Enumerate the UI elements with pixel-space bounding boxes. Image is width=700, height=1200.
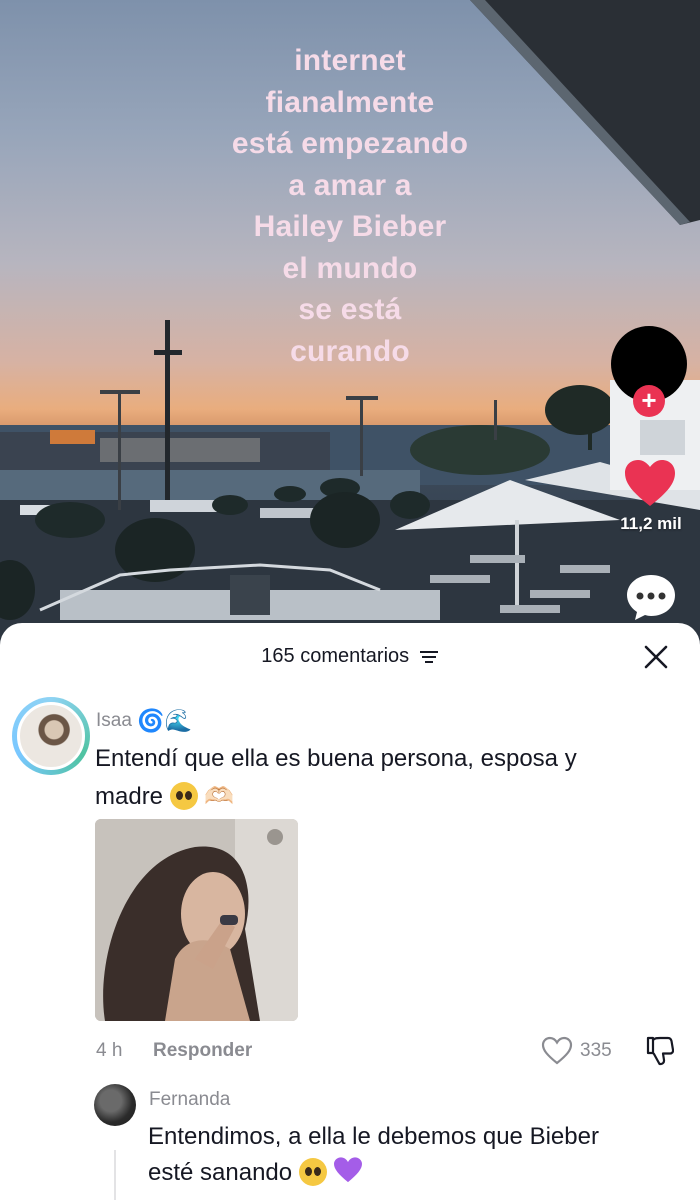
like-count: 11,2 mil xyxy=(620,514,682,533)
reply-button[interactable]: Responder xyxy=(153,1040,252,1062)
overlay-line: a amar a xyxy=(288,168,412,202)
username-emoji: 🌀🌊 xyxy=(137,708,192,733)
overlay-line: curando xyxy=(290,334,410,368)
comment-text-line: Entendimos, a ella le debemos que Bieber xyxy=(148,1123,599,1150)
close-icon[interactable] xyxy=(642,643,670,671)
thumbs-down-icon[interactable] xyxy=(644,1035,674,1067)
comment-text: Entendí que ella es buena persona, espos… xyxy=(95,740,685,816)
purple-heart-icon xyxy=(334,1157,363,1183)
avatar[interactable] xyxy=(17,702,85,770)
pleading-face-icon xyxy=(298,1158,327,1186)
sort-icon[interactable] xyxy=(419,649,439,665)
comment-username[interactable]: Isaa 🌀🌊 xyxy=(96,708,192,734)
avatar[interactable] xyxy=(94,1084,136,1126)
comment-text: Entendimos, a ella le debemos que Bieber… xyxy=(148,1119,688,1191)
video-player[interactable]: internet fianalmente está empezando a am… xyxy=(0,0,700,660)
comment-timestamp: 4 h xyxy=(96,1040,123,1061)
comment-text-line: Entendí que ella es buena persona, espos… xyxy=(95,745,577,772)
follow-plus-icon[interactable]: + xyxy=(633,385,665,417)
video-caption-overlay: internet fianalmente está empezando a am… xyxy=(150,40,550,372)
username-text: Isaa xyxy=(96,710,132,731)
comment-username[interactable]: Fernanda xyxy=(149,1089,230,1111)
comment-count-label: 165 comentarios xyxy=(261,645,410,667)
photo-content xyxy=(95,819,298,1021)
comment-text-line: esté sanando xyxy=(148,1159,293,1186)
overlay-line: internet xyxy=(294,44,406,77)
overlay-line: se está xyxy=(298,293,402,326)
reply-thread-line xyxy=(114,1150,116,1200)
overlay-line: está empezando xyxy=(231,127,469,160)
comment-photo[interactable] xyxy=(95,819,298,1021)
heart-icon[interactable] xyxy=(622,456,678,512)
heart-hands-icon: 🫶🏻 xyxy=(204,783,235,810)
overlay-line: Hailey Bieber xyxy=(253,210,447,243)
comment-bubble-icon[interactable] xyxy=(624,572,678,622)
pleading-face-icon xyxy=(169,782,198,810)
overlay-line: el mundo xyxy=(282,251,418,285)
comment-text-line: madre xyxy=(95,783,164,810)
overlay-line: fianalmente xyxy=(265,85,435,119)
heart-outline-icon[interactable] xyxy=(541,1036,573,1066)
comment-like-count: 335 xyxy=(580,1040,612,1061)
comments-header: 165 comentarios xyxy=(0,623,700,691)
